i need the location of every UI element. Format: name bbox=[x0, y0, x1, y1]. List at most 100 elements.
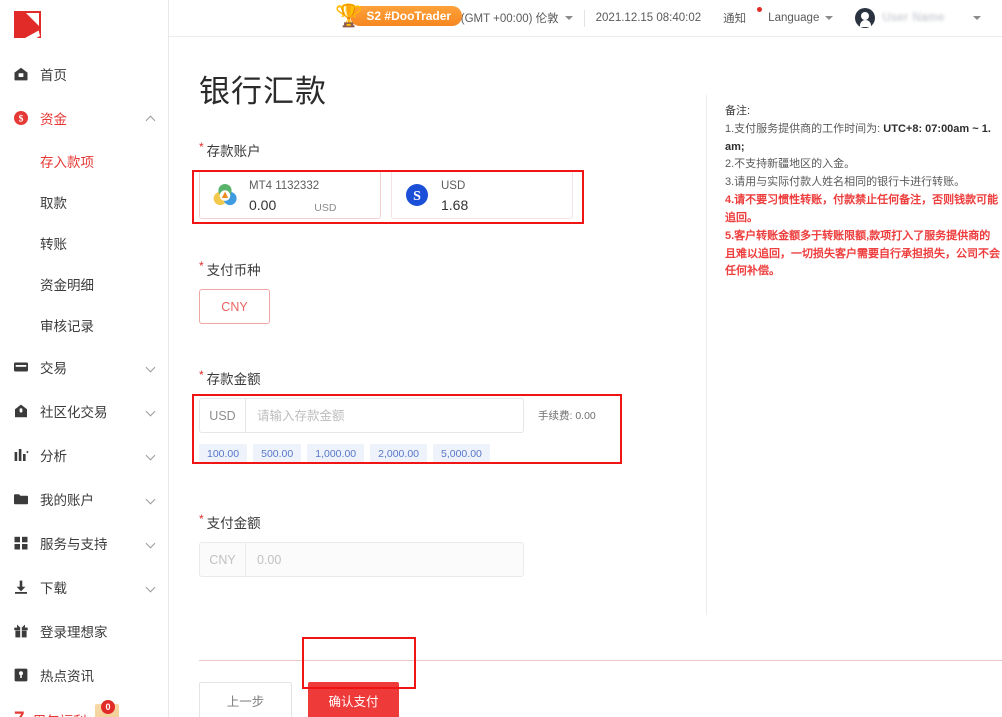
sidebar-item-funds[interactable]: $ 资金 bbox=[0, 96, 168, 140]
sidebar-item-social-trading[interactable]: 社区化交易 bbox=[0, 389, 168, 433]
account-card-mt4[interactable]: MT4 1132332 0.00 USD bbox=[199, 170, 381, 219]
username-label: User Name bbox=[882, 12, 945, 24]
trade-icon bbox=[12, 358, 30, 376]
sidebar-item-my-account[interactable]: 我的账户 bbox=[0, 477, 168, 521]
sidebar-item-label: 下载 bbox=[40, 577, 146, 597]
sidebar-item-label: 热点资讯 bbox=[40, 665, 156, 685]
timezone-selector[interactable]: (GMT +00:00) 伦敦 bbox=[450, 8, 584, 28]
svg-text:$: $ bbox=[19, 114, 24, 125]
deposit-amount-row: USD 手续费: 0.00 bbox=[199, 398, 694, 433]
chevron-down-icon bbox=[825, 16, 833, 20]
footer-divider bbox=[199, 660, 1002, 661]
payment-amount-value: 0.00 bbox=[246, 553, 292, 567]
payment-amount-input-group: CNY 0.00 bbox=[199, 542, 524, 577]
sidebar-item-login-reward[interactable]: 登录理想家 bbox=[0, 609, 168, 653]
sidebar-subitem-transfer[interactable]: 转账 bbox=[0, 222, 168, 263]
chevron-down-icon[interactable] bbox=[146, 406, 156, 416]
user-menu[interactable]: User Name bbox=[844, 8, 956, 28]
account-card-text: MT4 1132332 0.00 USD bbox=[249, 174, 336, 214]
quick-amount-button[interactable]: 5,000.00 bbox=[433, 444, 490, 464]
sidebar-item-label: 资金 bbox=[40, 108, 146, 128]
server-datetime: 2021.12.15 08:40:02 bbox=[585, 8, 713, 28]
account-card-currency: USD bbox=[314, 201, 336, 215]
account-card-amount: 1.68 bbox=[441, 196, 468, 215]
sidebar-item-label: 登录理想家 bbox=[40, 621, 156, 641]
chevron-down-icon[interactable] bbox=[146, 362, 156, 372]
chevron-up-icon[interactable] bbox=[146, 113, 156, 123]
notes-line-2: am; bbox=[725, 139, 1002, 157]
content-vertical-divider bbox=[706, 95, 707, 615]
deposit-amount-label: * 存款金额 bbox=[199, 368, 694, 388]
trophy-icon: 🏆 bbox=[335, 5, 362, 27]
sidebar-subitem-deposit[interactable]: 存入款项 bbox=[0, 140, 168, 181]
notes-panel: 备注: 1.支付服务提供商的工作时间为: UTC+8: 07:00am ~ 1.… bbox=[725, 103, 1002, 281]
required-asterisk: * bbox=[199, 512, 204, 527]
sidebar-item-news[interactable]: 热点资讯 bbox=[0, 653, 168, 697]
deposit-amount-currency: USD bbox=[200, 399, 246, 432]
currency-option-cny[interactable]: CNY bbox=[199, 289, 270, 324]
notes-line-6: 追回。 bbox=[725, 210, 1002, 228]
chevron-down-icon[interactable] bbox=[146, 538, 156, 548]
notifications-button[interactable]: 通知 bbox=[712, 8, 757, 28]
account-card-amount: 0.00 bbox=[249, 196, 276, 215]
community-icon bbox=[12, 402, 30, 420]
quick-amount-button[interactable]: 2,000.00 bbox=[370, 444, 427, 464]
funds-icon: $ bbox=[12, 109, 30, 127]
logo[interactable] bbox=[0, 0, 168, 46]
quick-amount-button[interactable]: 1,000.00 bbox=[307, 444, 364, 464]
gift-icon bbox=[12, 622, 30, 640]
notes-line-5: 4.请不要习惯性转账，付款禁止任何备注，否则钱款可能 bbox=[725, 192, 1002, 210]
sidebar-item-home[interactable]: 首页 bbox=[0, 52, 168, 96]
sidebar-subitem-label: 存入款项 bbox=[40, 151, 94, 171]
app-root: 首页 $ 资金 存入款项 取款 转账 资金明细 bbox=[0, 0, 1002, 717]
quick-amount-button[interactable]: 100.00 bbox=[199, 444, 247, 464]
sidebar-subitem-label: 审核记录 bbox=[40, 315, 94, 335]
sidebar-subitem-withdraw[interactable]: 取款 bbox=[0, 181, 168, 222]
sidebar-subitem-fund-details[interactable]: 资金明细 bbox=[0, 263, 168, 304]
deposit-amount-input[interactable] bbox=[246, 399, 523, 432]
doo-prime-logo-icon bbox=[14, 11, 41, 38]
sidebar-item-anniversary[interactable]: 7 周年福利 0 bbox=[0, 697, 168, 717]
sidebar-nav: 首页 $ 资金 存入款项 取款 转账 资金明细 bbox=[0, 52, 168, 717]
sidebar-subitem-label: 取款 bbox=[40, 192, 67, 212]
analysis-icon bbox=[12, 446, 30, 464]
top-header: 🏆 S2 #DooTrader (GMT +00:00) 伦敦 2021.12.… bbox=[169, 0, 1002, 37]
svg-text:S: S bbox=[413, 189, 421, 204]
confirm-payment-button[interactable]: 确认支付 bbox=[308, 682, 399, 717]
account-card-usd[interactable]: S USD 1.68 bbox=[391, 170, 573, 219]
quick-amount-button[interactable]: 500.00 bbox=[253, 444, 301, 464]
anniversary-number: 7 bbox=[14, 709, 25, 717]
notes-line-4: 3.请用与实际付款人姓名相同的银行卡进行转账。 bbox=[725, 174, 1002, 192]
previous-step-button[interactable]: 上一步 bbox=[199, 682, 292, 717]
language-selector[interactable]: Language bbox=[757, 8, 844, 28]
sidebar-item-analysis[interactable]: 分析 bbox=[0, 433, 168, 477]
promo-badge[interactable]: 🏆 S2 #DooTrader bbox=[335, 5, 462, 27]
anniversary-badge: 0 bbox=[101, 700, 115, 714]
chevron-down-icon[interactable] bbox=[146, 494, 156, 504]
sidebar-subitem-audit-records[interactable]: 审核记录 bbox=[0, 304, 168, 345]
sidebar-item-download[interactable]: 下载 bbox=[0, 565, 168, 609]
deposit-account-label: * 存款账户 bbox=[199, 140, 694, 160]
usd-dollar-icon: S bbox=[404, 182, 430, 208]
sidebar-item-label: 分析 bbox=[40, 445, 146, 465]
chevron-down-icon[interactable] bbox=[146, 450, 156, 460]
sidebar-item-trade[interactable]: 交易 bbox=[0, 345, 168, 389]
notifications-label: 通知 bbox=[723, 10, 746, 26]
datetime-label: 2021.12.15 08:40:02 bbox=[596, 12, 702, 24]
chevron-down-icon bbox=[973, 16, 981, 20]
account-card-balance-row: 1.68 bbox=[441, 196, 468, 215]
notes-line-7: 5.客户转账金额多于转账限额,款项打入了服务提供商的 bbox=[725, 228, 1002, 246]
required-asterisk: * bbox=[199, 259, 204, 274]
sidebar-item-label: 我的账户 bbox=[40, 489, 146, 509]
account-card-balance-row: 0.00 USD bbox=[249, 196, 336, 215]
deposit-amount-input-group: USD bbox=[199, 398, 524, 433]
language-label: Language bbox=[768, 12, 819, 24]
service-support-icon bbox=[12, 534, 30, 552]
news-icon bbox=[12, 666, 30, 684]
mt4-logo-icon bbox=[212, 182, 238, 208]
sidebar-item-label: 社区化交易 bbox=[40, 401, 146, 421]
user-menu-caret[interactable] bbox=[956, 8, 992, 28]
sidebar-item-service-support[interactable]: 服务与支持 bbox=[0, 521, 168, 565]
sidebar-subitem-label: 转账 bbox=[40, 233, 67, 253]
chevron-down-icon[interactable] bbox=[146, 582, 156, 592]
